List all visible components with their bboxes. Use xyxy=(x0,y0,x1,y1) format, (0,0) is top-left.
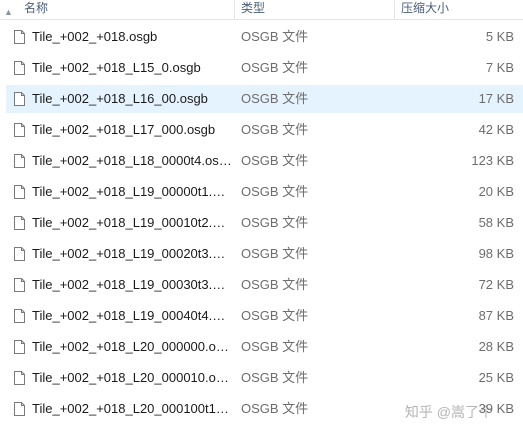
file-type: OSGB 文件 xyxy=(241,91,309,106)
file-row[interactable]: Tile_+002_+018_L19_00020t3.os... OSGB 文件 9… xyxy=(6,240,523,268)
file-name: Tile_+002_+018_L19_00030t3.os... xyxy=(32,277,232,292)
file-icon xyxy=(14,340,25,354)
file-name: Tile_+002_+018_L19_00000t1.os... xyxy=(32,184,232,199)
file-name: Tile_+002_+018_L20_000000.os... xyxy=(32,339,232,354)
file-icon xyxy=(14,154,25,168)
file-type: OSGB 文件 xyxy=(241,184,309,199)
file-type: OSGB 文件 xyxy=(241,308,309,323)
file-size: 20 KB xyxy=(478,184,514,199)
column-header-type[interactable]: 类型 xyxy=(234,0,394,19)
file-size: 28 KB xyxy=(478,339,514,354)
file-size: 25 KB xyxy=(478,370,514,385)
file-type: OSGB 文件 xyxy=(241,370,309,385)
file-icon xyxy=(14,278,25,292)
file-size: 87 KB xyxy=(478,308,514,323)
file-icon xyxy=(14,371,25,385)
file-type: OSGB 文件 xyxy=(241,153,309,168)
file-type: OSGB 文件 xyxy=(241,401,309,416)
file-row[interactable]: Tile_+002_+018_L17_000.osgb OSGB 文件 42 KB xyxy=(6,116,523,144)
file-icon xyxy=(14,92,25,106)
file-icon xyxy=(14,309,25,323)
file-type: OSGB 文件 xyxy=(241,339,309,354)
file-name: Tile_+002_+018_L16_00.osgb xyxy=(32,91,208,106)
file-icon xyxy=(14,402,25,416)
file-row[interactable]: Tile_+002_+018_L16_00.osgb OSGB 文件 17 KB xyxy=(6,85,523,113)
file-icon xyxy=(14,247,25,261)
file-row[interactable]: Tile_+002_+018_L20_000010.os... OSGB 文件 25… xyxy=(6,364,523,392)
file-type: OSGB 文件 xyxy=(241,122,309,137)
file-icon xyxy=(14,30,25,44)
file-row[interactable]: Tile_+002_+018_L18_0000t4.osgb OSGB 文件 123… xyxy=(6,147,523,175)
file-name: Tile_+002_+018_L20_000010.os... xyxy=(32,370,232,385)
file-icon xyxy=(14,61,25,75)
file-type: OSGB 文件 xyxy=(241,215,309,230)
file-size: 17 KB xyxy=(478,91,514,106)
file-type: OSGB 文件 xyxy=(241,246,309,261)
file-size: 98 KB xyxy=(478,246,514,261)
file-icon xyxy=(14,123,25,137)
file-size: 42 KB xyxy=(478,122,514,137)
file-size: 123 KB xyxy=(471,153,514,168)
file-name: Tile_+002_+018_L19_00040t4.os... xyxy=(32,308,232,323)
file-name: Tile_+002_+018_L15_0.osgb xyxy=(32,60,201,75)
file-name: Tile_+002_+018_L19_00010t2.os... xyxy=(32,215,232,230)
watermark: 知乎 @嵩了个 xyxy=(404,404,493,420)
file-icon xyxy=(14,216,25,230)
file-row[interactable]: Tile_+002_+018_L19_00010t2.os... OSGB 文件 5… xyxy=(6,209,523,237)
file-icon xyxy=(14,185,25,199)
file-row[interactable]: Tile_+002_+018_L15_0.osgb OSGB 文件 7 KB xyxy=(6,54,523,82)
file-type: OSGB 文件 xyxy=(241,60,309,75)
file-size: 5 KB xyxy=(485,29,514,44)
file-row[interactable]: Tile_+002_+018_L19_00040t4.os... OSGB 文件 8… xyxy=(6,302,523,330)
file-name: Tile_+002_+018_L17_000.osgb xyxy=(32,122,216,137)
file-row[interactable]: Tile_+002_+018_L19_00000t1.os... OSGB 文件 2… xyxy=(6,178,523,206)
column-header-name[interactable]: ▲ 名称 xyxy=(0,0,234,19)
file-type: OSGB 文件 xyxy=(241,277,309,292)
file-name: Tile_+002_+018.osgb xyxy=(32,29,158,44)
column-header-size-label: 压缩大小 xyxy=(401,1,450,15)
file-size: 7 KB xyxy=(485,60,514,75)
file-name: Tile_+002_+018_L18_0000t4.osgb xyxy=(32,153,232,168)
column-header: ▲ 名称 类型 压缩大小 xyxy=(0,0,523,20)
file-name: Tile_+002_+018_L20_000100t1.o... xyxy=(32,401,232,416)
column-header-type-label: 类型 xyxy=(241,1,266,15)
file-row[interactable]: Tile_+002_+018.osgb OSGB 文件 5 KB xyxy=(6,23,523,51)
column-header-name-label: 名称 xyxy=(24,1,49,15)
column-header-size[interactable]: 压缩大小 xyxy=(394,0,523,19)
sort-up-icon: ▲ xyxy=(4,7,13,17)
file-row[interactable]: Tile_+002_+018_L20_000000.os... OSGB 文件 28… xyxy=(6,333,523,361)
file-type: OSGB 文件 xyxy=(241,29,309,44)
file-size: 58 KB xyxy=(478,215,514,230)
file-size: 72 KB xyxy=(478,277,514,292)
file-row[interactable]: Tile_+002_+018_L19_00030t3.os... OSGB 文件 7… xyxy=(6,271,523,299)
file-name: Tile_+002_+018_L19_00020t3.os... xyxy=(32,246,232,261)
